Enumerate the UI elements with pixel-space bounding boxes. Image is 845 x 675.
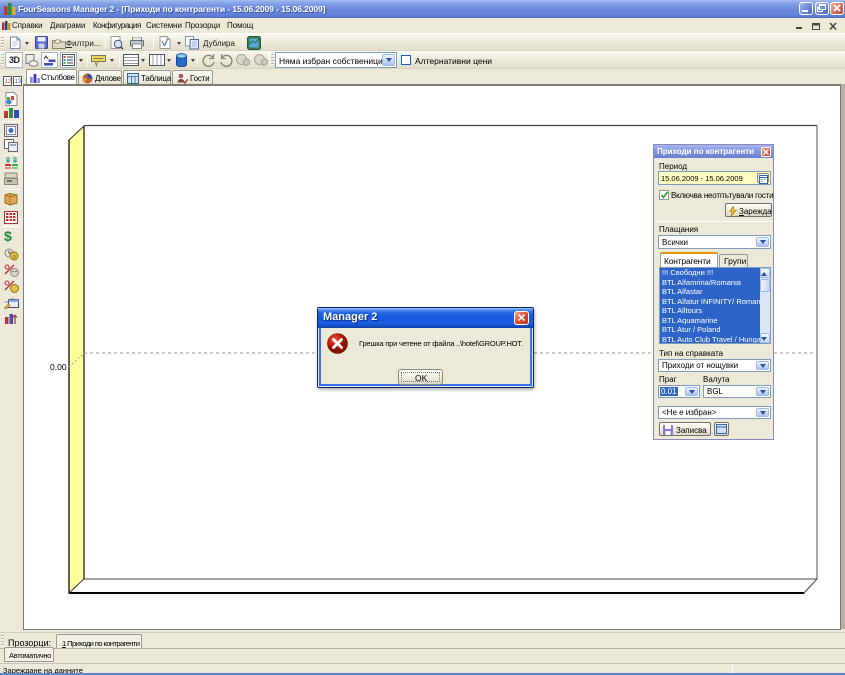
svg-text:0.00: 0.00 (50, 362, 67, 372)
svg-text:$: $ (4, 229, 12, 243)
svg-text:13: 13 (15, 79, 22, 85)
svg-text:12: 12 (5, 79, 12, 85)
